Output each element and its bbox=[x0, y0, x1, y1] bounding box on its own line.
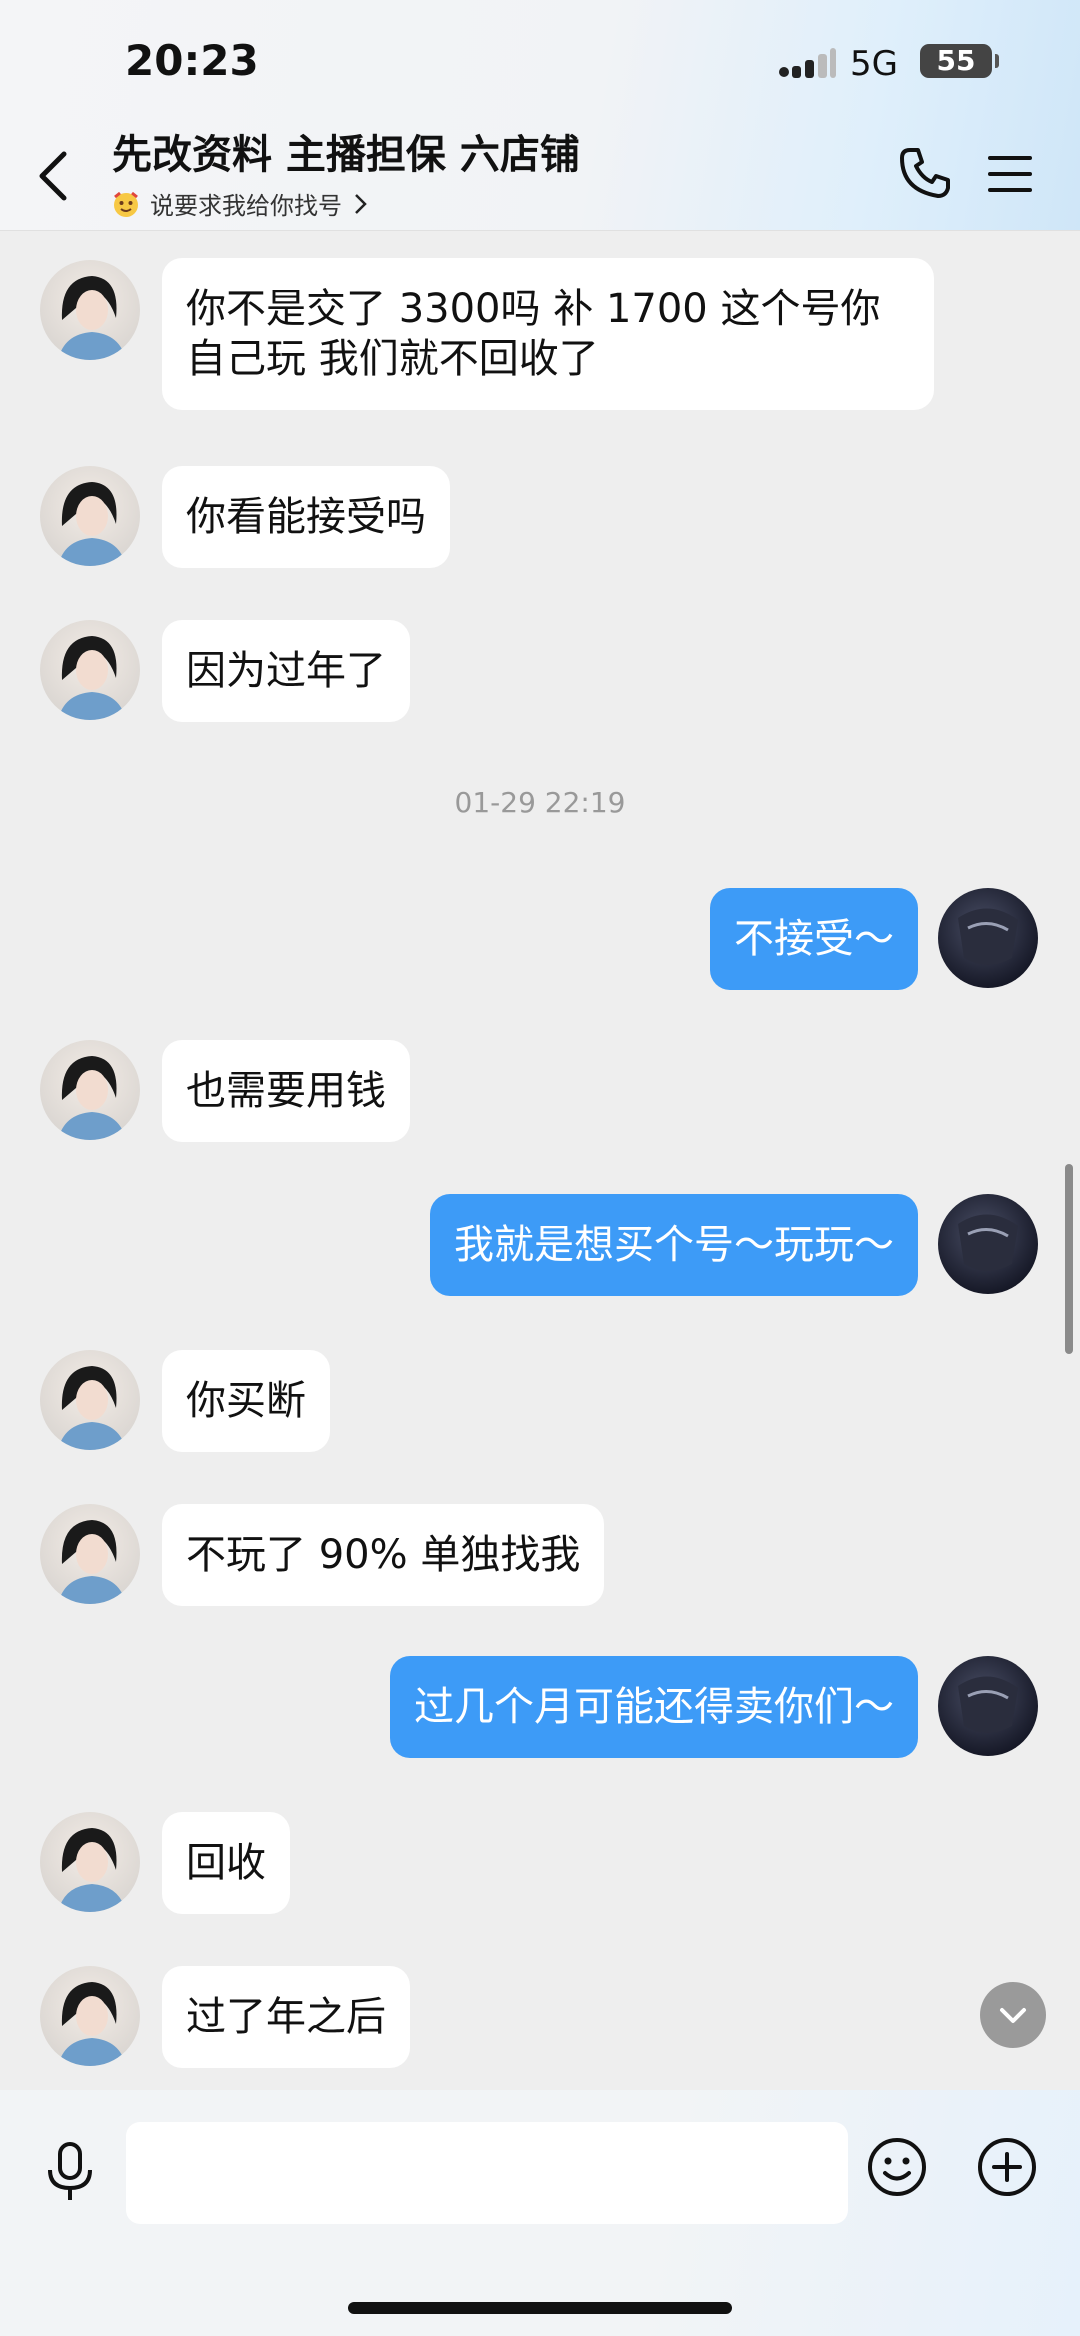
chevron-down-icon bbox=[1000, 2008, 1026, 2023]
message-timestamp: 01-29 22:19 bbox=[454, 786, 626, 819]
message-bubble-outgoing[interactable]: 我就是想买个号～玩玩～ bbox=[430, 1194, 918, 1296]
user-avatar[interactable] bbox=[938, 888, 1038, 988]
contact-avatar[interactable] bbox=[40, 466, 140, 566]
chat-subtitle-text: 说要求我给你找号 bbox=[150, 192, 342, 220]
network-label: 5G bbox=[850, 44, 898, 84]
phone-icon[interactable] bbox=[898, 146, 952, 200]
emoji-icon[interactable] bbox=[866, 2136, 928, 2198]
contact-avatar[interactable] bbox=[40, 1812, 140, 1912]
back-arrow-icon[interactable] bbox=[34, 148, 74, 204]
battery-tip bbox=[995, 54, 999, 68]
contact-avatar[interactable] bbox=[40, 620, 140, 720]
message-text: 也需要用钱 bbox=[186, 1068, 386, 1114]
scroll-to-bottom-button[interactable] bbox=[980, 1982, 1046, 2048]
home-indicator[interactable] bbox=[348, 2302, 732, 2314]
chevron-right-icon bbox=[355, 193, 367, 214]
chat-title[interactable]: 先改资料 主播担保 六店铺 bbox=[112, 122, 580, 180]
message-bubble-incoming[interactable]: 你买断 bbox=[162, 1350, 330, 1452]
message-text: 因为过年了 bbox=[186, 648, 386, 694]
status-time: 20:23 bbox=[125, 36, 259, 85]
battery-indicator: 55 bbox=[920, 44, 992, 78]
message-text: 你买断 bbox=[186, 1378, 306, 1424]
signal-icon bbox=[779, 48, 836, 78]
message-bubble-incoming[interactable]: 过了年之后 bbox=[162, 1966, 410, 2068]
user-avatar[interactable] bbox=[938, 1194, 1038, 1294]
message-bubble-incoming[interactable]: 回收 bbox=[162, 1812, 290, 1914]
message-bubble-incoming[interactable]: 因为过年了 bbox=[162, 620, 410, 722]
message-bubble-incoming[interactable]: 你看能接受吗 bbox=[162, 466, 450, 568]
message-text: 回收 bbox=[186, 1840, 266, 1886]
chat-subtitle[interactable]: 说要求我给你找号 bbox=[112, 186, 368, 221]
contact-avatar[interactable] bbox=[40, 1504, 140, 1604]
contact-avatar[interactable] bbox=[40, 1966, 140, 2066]
menu-icon[interactable] bbox=[988, 154, 1032, 194]
mic-icon[interactable] bbox=[40, 2140, 100, 2204]
message-text: 你不是交了 3300吗 补 1700 这个号你 bbox=[186, 286, 881, 332]
message-text: 你看能接受吗 bbox=[186, 494, 426, 540]
contact-avatar[interactable] bbox=[40, 260, 140, 360]
message-text: 不接受～ bbox=[734, 916, 894, 962]
message-bubble-outgoing[interactable]: 过几个月可能还得卖你们～ bbox=[390, 1656, 918, 1758]
message-bubble-incoming[interactable]: 也需要用钱 bbox=[162, 1040, 410, 1142]
message-text: 过了年之后 bbox=[186, 1994, 386, 2040]
message-text: 自己玩 我们就不回收了 bbox=[186, 336, 599, 382]
message-text: 不玩了 90% 单独找我 bbox=[186, 1532, 581, 1578]
message-bubble-incoming[interactable]: 不玩了 90% 单独找我 bbox=[162, 1504, 605, 1606]
message-text: 我就是想买个号～玩玩～ bbox=[454, 1222, 894, 1268]
plus-icon[interactable] bbox=[976, 2136, 1038, 2198]
message-bubble-outgoing[interactable]: 不接受～ bbox=[710, 888, 918, 990]
emoji-face-icon bbox=[114, 191, 138, 217]
message-input[interactable] bbox=[126, 2122, 848, 2224]
message-bubble-incoming[interactable]: 你不是交了 3300吗 补 1700 这个号你 自己玩 我们就不回收了 bbox=[162, 258, 934, 410]
user-avatar[interactable] bbox=[938, 1656, 1038, 1756]
scrollbar[interactable] bbox=[1065, 1164, 1073, 1354]
contact-avatar[interactable] bbox=[40, 1350, 140, 1450]
contact-avatar[interactable] bbox=[40, 1040, 140, 1140]
message-text: 过几个月可能还得卖你们～ bbox=[414, 1684, 894, 1730]
